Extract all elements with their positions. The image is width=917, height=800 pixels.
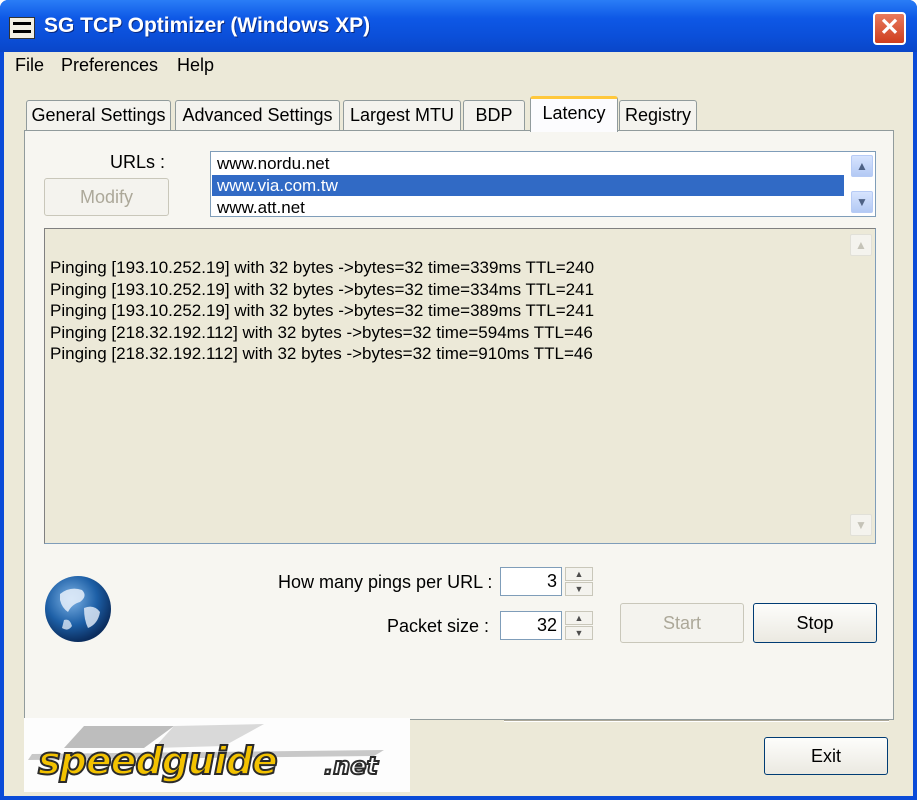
output-line: Pinging [218.32.192.112] with 32 bytes -… xyxy=(50,344,593,363)
chevron-up-icon: ▲ xyxy=(856,159,868,173)
chevron-down-icon: ▼ xyxy=(856,195,868,209)
close-button[interactable]: ✕ xyxy=(873,12,906,45)
speedguide-logo: speedguide .net xyxy=(24,718,410,792)
chevron-down-icon: ▼ xyxy=(855,518,867,532)
chevron-up-icon: ▲ xyxy=(574,569,584,579)
list-item-selected[interactable]: www.via.com.tw xyxy=(212,175,844,196)
pings-label: How many pings per URL : xyxy=(278,572,493,592)
window-title: SG TCP Optimizer (Windows XP) xyxy=(44,14,371,37)
packet-up-button[interactable]: ▲ xyxy=(565,611,593,625)
close-icon: ✕ xyxy=(879,14,900,41)
output-scroll-down-button[interactable]: ▼ xyxy=(850,514,872,536)
chevron-up-icon: ▲ xyxy=(574,613,584,623)
output-line: Pinging [193.10.252.19] with 32 bytes ->… xyxy=(50,301,595,320)
scroll-down-button[interactable]: ▼ xyxy=(851,191,873,213)
menu-preferences[interactable]: Preferences xyxy=(61,55,158,76)
svg-text:speedguide: speedguide xyxy=(38,739,277,783)
app-icon xyxy=(9,17,35,39)
list-item[interactable]: www.att.net xyxy=(212,197,844,216)
menu-file[interactable]: File xyxy=(15,55,44,76)
tab-largest-mtu[interactable]: Largest MTU xyxy=(343,100,461,130)
tab-bdp[interactable]: BDP xyxy=(463,100,525,130)
tab-registry[interactable]: Registry xyxy=(619,100,697,130)
ping-output[interactable]: Pinging [193.10.252.19] with 32 bytes ->… xyxy=(44,228,876,544)
packet-size-label: Packet size : xyxy=(387,616,490,636)
globe-icon xyxy=(45,576,111,642)
app-window: SG TCP Optimizer (Windows XP) ✕ File Pre… xyxy=(0,0,917,800)
tab-general-settings[interactable]: General Settings xyxy=(26,100,171,130)
footer-divider xyxy=(504,720,889,722)
chevron-down-icon: ▼ xyxy=(574,584,584,594)
packet-down-button[interactable]: ▼ xyxy=(565,626,593,640)
stop-button[interactable]: Stop xyxy=(753,603,877,643)
output-line: Pinging [218.32.192.112] with 32 bytes -… xyxy=(50,323,593,342)
pings-up-button[interactable]: ▲ xyxy=(565,567,593,581)
speedguide-logo-image: speedguide .net xyxy=(28,724,384,784)
output-scroll-up-button[interactable]: ▲ xyxy=(850,234,872,256)
pings-down-button[interactable]: ▼ xyxy=(565,582,593,596)
packet-size-input[interactable]: 32 xyxy=(500,611,562,640)
tab-latency[interactable]: Latency xyxy=(530,96,618,132)
urls-label: URLs : xyxy=(110,152,166,172)
tab-advanced-settings[interactable]: Advanced Settings xyxy=(175,100,340,130)
pings-input[interactable]: 3 xyxy=(500,567,562,596)
menu-help[interactable]: Help xyxy=(177,55,214,76)
svg-text:.net: .net xyxy=(324,752,379,780)
output-line: Pinging [193.10.252.19] with 32 bytes ->… xyxy=(50,258,595,277)
exit-button[interactable]: Exit xyxy=(764,737,888,775)
start-button[interactable]: Start xyxy=(620,603,744,643)
client-area: File Preferences Help General Settings A… xyxy=(4,52,913,796)
menu-bar: File Preferences Help xyxy=(4,52,913,80)
chevron-up-icon: ▲ xyxy=(855,238,867,252)
scroll-up-button[interactable]: ▲ xyxy=(851,155,873,177)
url-listbox[interactable]: www.nordu.net www.via.com.tw www.att.net… xyxy=(210,151,876,217)
modify-button[interactable]: Modify xyxy=(44,178,169,216)
title-bar[interactable]: SG TCP Optimizer (Windows XP) ✕ xyxy=(0,0,917,52)
output-line: Pinging [193.10.252.19] with 32 bytes ->… xyxy=(50,280,595,299)
chevron-down-icon: ▼ xyxy=(574,628,584,638)
list-item[interactable]: www.nordu.net xyxy=(212,153,844,174)
